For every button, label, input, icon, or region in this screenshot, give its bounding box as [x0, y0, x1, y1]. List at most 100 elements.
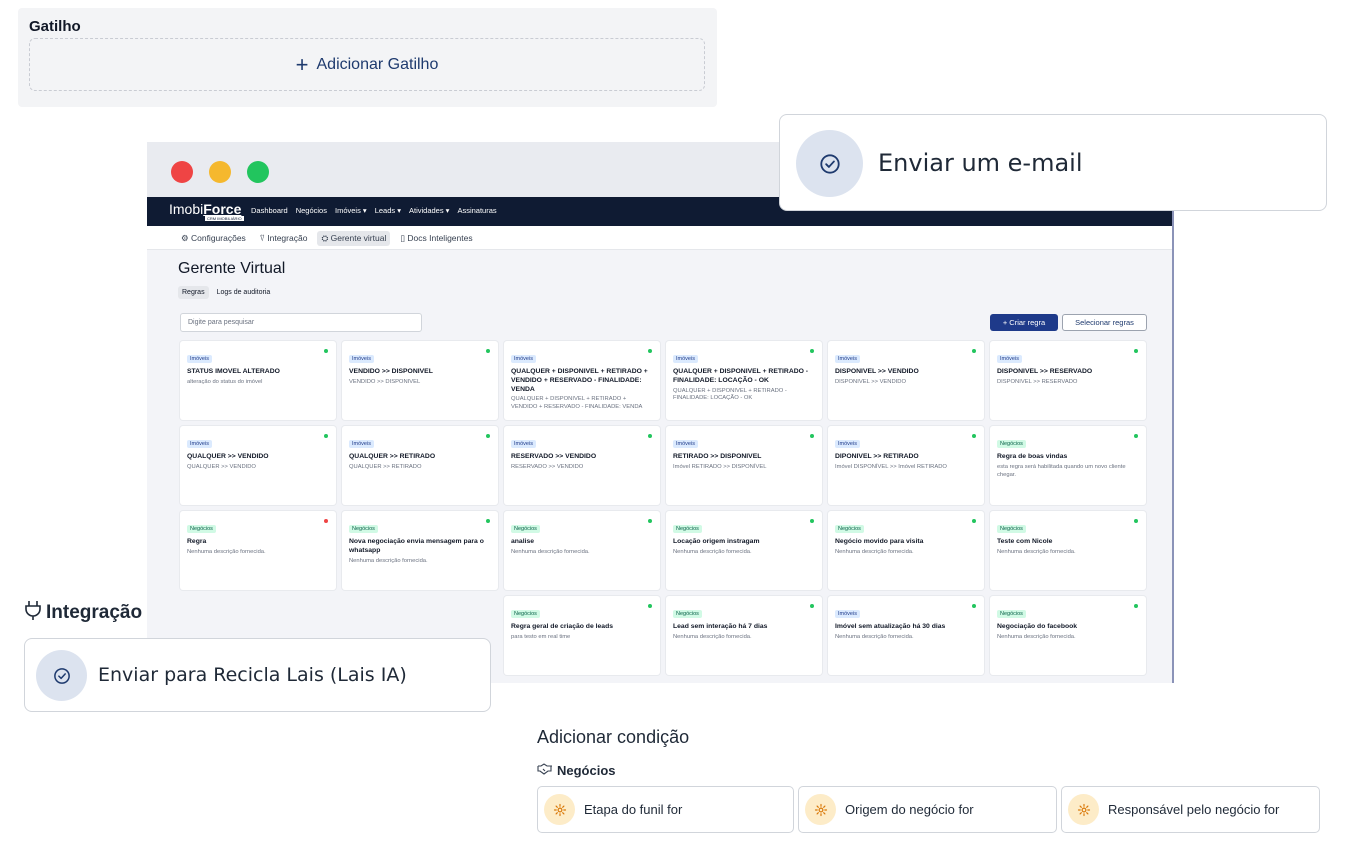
rule-card[interactable]: Imóveis QUALQUER + DISPONIVEL + RETIRADO …	[504, 341, 660, 420]
subnav-item[interactable]: ⛭ Gerente virtual	[317, 231, 391, 246]
rule-description: Nenhuma descrição fornecida.	[835, 548, 914, 555]
status-dot	[1134, 519, 1138, 523]
rule-card[interactable]: Negócios Nova negociação envia mensagem p…	[342, 511, 498, 590]
status-dot	[648, 349, 652, 353]
close-window-button[interactable]	[171, 161, 193, 183]
nav-link[interactable]: Atividades ▾	[409, 206, 449, 215]
category-badge: Negócios	[997, 525, 1026, 533]
nav-link[interactable]: Dashboard	[251, 206, 288, 215]
rule-card[interactable]: Negócios Lead sem interação há 7 dias Nenh…	[666, 596, 822, 675]
tab-regras[interactable]: Regras	[178, 286, 209, 299]
rule-card[interactable]: Imóveis RESERVADO >> VENDIDO RESERVADO >> …	[504, 426, 660, 505]
category-badge: Imóveis	[349, 355, 374, 363]
send-to-lais-action[interactable]: Enviar para Recicla Lais (Lais IA)	[24, 638, 491, 712]
rule-card[interactable]: Imóveis DISPONIVEL >> RESERVADO DISPONIVEL…	[990, 341, 1146, 420]
rule-description: Nenhuma descrição fornecida.	[349, 557, 428, 564]
rule-card[interactable]: Negócios Negócio movido para visita Nenhum…	[828, 511, 984, 590]
nav-link[interactable]: Leads ▾	[375, 206, 401, 215]
rule-card[interactable]: Imóveis Imóvel sem atualização há 30 dias…	[828, 596, 984, 675]
status-dot	[810, 604, 814, 608]
rule-title: DISPONIVEL >> RESERVADO	[997, 368, 1093, 375]
status-dot	[810, 519, 814, 523]
rule-card[interactable]: Imóveis VENDIDO >> DISPONIVEL VENDIDO >> D…	[342, 341, 498, 420]
status-dot	[648, 434, 652, 438]
condition-option-label: Origem do negócio for	[845, 802, 974, 817]
rule-description: Imóvel RETIRADO >> DISPONÍVEL	[673, 463, 767, 470]
rule-title: QUALQUER + DISPONIVEL + RETIRADO + VENDI…	[511, 368, 648, 393]
add-gatilho-label: Adicionar Gatilho	[316, 55, 439, 73]
search-input[interactable]: Digite para pesquisar	[180, 313, 422, 332]
sub-nav: ⚙ Configurações ⍢ Integração ⛭ Gerente vir…	[147, 226, 1172, 250]
rule-title: Negociação do facebook	[997, 623, 1078, 630]
rule-card[interactable]: Negócios Locação origem instragam Nenhuma …	[666, 511, 822, 590]
rule-description: QUALQUER >> RETIRADO	[349, 463, 422, 470]
status-dot	[648, 519, 652, 523]
maximize-window-button[interactable]	[247, 161, 269, 183]
rule-card[interactable]: Imóveis QUALQUER + DISPONIVEL + RETIRADO …	[666, 341, 822, 420]
tab-logs[interactable]: Logs de auditoria	[213, 286, 275, 299]
rule-description: QUALQUER + DISPONIVEL + RETIRADO + VENDI…	[511, 396, 643, 411]
gatilho-title: Gatilho	[29, 18, 81, 35]
nav-link[interactable]: Imóveis ▾	[335, 206, 367, 215]
rule-card[interactable]: Imóveis DIPONIVEL >> RETIRADO Imóvel DISPO…	[828, 426, 984, 505]
condition-option[interactable]: Responsável pelo negócio for	[1061, 786, 1320, 833]
rule-card[interactable]: Imóveis QUALQUER >> RETIRADO QUALQUER >> R…	[342, 426, 498, 505]
nav-link[interactable]: Negócios	[296, 206, 327, 215]
select-rules-button[interactable]: Selecionar regras	[1062, 314, 1147, 331]
send-email-label: Enviar um e-mail	[878, 149, 1083, 177]
rule-description: Nenhuma descrição fornecida.	[187, 548, 266, 555]
rule-description: Nenhuma descrição fornecida.	[511, 548, 590, 555]
rule-card[interactable]: Negócios analise Nenhuma descrição forneci…	[504, 511, 660, 590]
rule-title: QUALQUER + DISPONIVEL + RETIRADO - FINAL…	[673, 368, 809, 384]
gear-icon	[544, 794, 575, 825]
subnav-item[interactable]: ⍢ Integração	[256, 231, 312, 246]
rule-description: Nenhuma descrição fornecida.	[997, 633, 1076, 640]
category-badge: Imóveis	[511, 355, 536, 363]
status-dot	[324, 434, 328, 438]
status-dot	[972, 519, 976, 523]
rule-description: DISPONIVEL >> RESERVADO	[997, 378, 1078, 385]
rule-card[interactable]: Imóveis DISPONIVEL >> VENDIDO DISPONIVEL >…	[828, 341, 984, 420]
category-badge: Negócios	[835, 525, 864, 533]
category-badge: Imóveis	[511, 440, 536, 448]
send-email-action[interactable]: Enviar um e-mail	[779, 114, 1327, 211]
plug-icon	[24, 600, 42, 626]
rule-card[interactable]: Imóveis QUALQUER >> VENDIDO QUALQUER >> VE…	[180, 426, 336, 505]
rule-card[interactable]: Negócios Teste com Nicole Nenhuma descriçã…	[990, 511, 1146, 590]
rule-title: Teste com Nicole	[997, 538, 1053, 545]
subnav-item[interactable]: ⚙ Configurações	[177, 231, 250, 246]
rule-title: QUALQUER >> VENDIDO	[187, 453, 269, 460]
category-badge: Imóveis	[673, 440, 698, 448]
rule-title: RETIRADO >> DISPONIVEL	[673, 453, 762, 460]
rule-description: Nenhuma descrição fornecida.	[835, 633, 914, 640]
create-rule-button[interactable]: + Criar regra	[990, 314, 1058, 331]
category-badge: Imóveis	[187, 355, 212, 363]
status-dot	[324, 349, 328, 353]
rule-title: VENDIDO >> DISPONIVEL	[349, 368, 433, 375]
minimize-window-button[interactable]	[209, 161, 231, 183]
rule-title: Nova negociação envia mensagem para o wh…	[349, 538, 484, 554]
subnav-item[interactable]: ▯ Docs Inteligentes	[396, 231, 476, 246]
rule-card[interactable]: Negócios Regra de boas vindas esta regra s…	[990, 426, 1146, 505]
rule-card[interactable]: Negócios Regra geral de criação de leads p…	[504, 596, 660, 675]
rule-card[interactable]: Negócios Regra Nenhuma descrição fornecida…	[180, 511, 336, 590]
status-dot	[486, 519, 490, 523]
imobiforce-logo[interactable]: ImobiForce CRM IMOBILIÁRIO	[169, 201, 244, 221]
rule-description: Imóvel DISPONÍVEL >> Imóvel RETIRADO	[835, 463, 947, 470]
category-badge: Negócios	[997, 440, 1026, 448]
condition-option[interactable]: Etapa do funil for	[537, 786, 794, 833]
check-circle-icon	[36, 650, 87, 701]
category-badge: Imóveis	[835, 355, 860, 363]
rule-card[interactable]: Negócios Negociação do facebook Nenhuma de…	[990, 596, 1146, 675]
nav-link[interactable]: Assinaturas	[457, 206, 496, 215]
rule-card[interactable]: Imóveis STATUS IMOVEL ALTERADO alteração d…	[180, 341, 336, 420]
rule-title: Lead sem interação há 7 dias	[673, 623, 768, 630]
condition-option[interactable]: Origem do negócio for	[798, 786, 1057, 833]
category-badge: Imóveis	[835, 610, 860, 618]
handshake-icon	[537, 763, 553, 778]
add-gatilho-button[interactable]: + Adicionar Gatilho	[29, 38, 705, 91]
rule-card[interactable]: Imóveis RETIRADO >> DISPONIVEL Imóvel RETI…	[666, 426, 822, 505]
rule-description: para testo em real time	[511, 633, 571, 640]
status-dot	[1134, 349, 1138, 353]
rule-description: Nenhuma descrição fornecida.	[997, 548, 1076, 555]
